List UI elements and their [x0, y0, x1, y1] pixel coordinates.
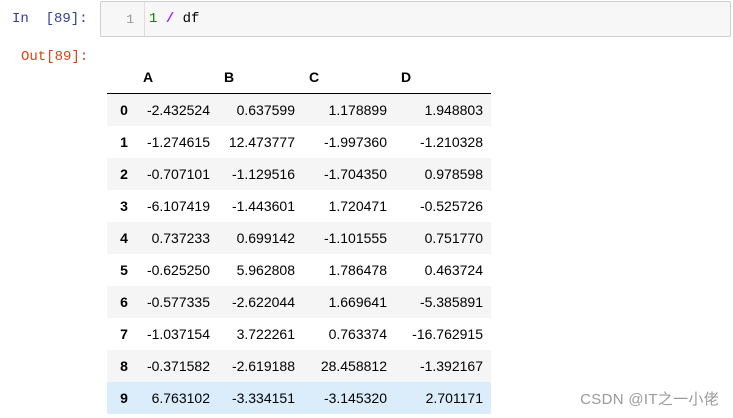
- row-index: 5: [120, 262, 128, 278]
- table-cell: 0.763374: [328, 326, 387, 342]
- table-row: 6 -0.577335 -2.622044 1.669641 -5.385891: [107, 286, 491, 318]
- column-header-d: D: [395, 61, 491, 94]
- code-operator-token: /: [165, 11, 175, 27]
- table-cell: -1.443601: [231, 198, 295, 214]
- table-cell: -2.622044: [231, 294, 295, 310]
- row-index: 3: [120, 198, 128, 214]
- table-cell: -1.274615: [146, 134, 210, 150]
- table-cell: -5.385891: [419, 294, 483, 310]
- column-header-a: A: [137, 61, 218, 94]
- table-cell: -1.392167: [419, 358, 483, 374]
- table-cell: 0.751770: [424, 230, 483, 246]
- table-cell: -2.432524: [146, 102, 210, 118]
- table-cell: 0.978598: [424, 166, 483, 182]
- table-cell: 0.737233: [151, 230, 210, 246]
- table-cell: -3.334151: [231, 390, 295, 406]
- table-cell: 1.948803: [424, 102, 483, 118]
- table-cell: -1.997360: [323, 134, 387, 150]
- table-cell: -1.129516: [231, 166, 295, 182]
- table-cell: 1.669641: [328, 294, 387, 310]
- table-cell: -1.210328: [419, 134, 483, 150]
- index-header: [107, 61, 137, 94]
- table-row: 0 -2.432524 0.637599 1.178899 1.948803: [107, 93, 491, 126]
- code-name-token: df: [182, 11, 200, 27]
- table-row: 5 -0.625250 5.962808 1.786478 0.463724: [107, 254, 491, 286]
- code-line[interactable]: 1 / df: [149, 11, 199, 27]
- table-row: 9 6.763102 -3.334151 -3.145320 2.701171: [107, 382, 491, 414]
- input-prompt: In [89]:: [12, 11, 88, 27]
- row-index: 4: [120, 230, 128, 246]
- table-cell: -0.371582: [146, 358, 210, 374]
- table-cell: -1.101555: [323, 230, 387, 246]
- table-row: 4 0.737233 0.699142 -1.101555 0.751770: [107, 222, 491, 254]
- row-index: 7: [120, 326, 128, 342]
- table-cell: -6.107419: [146, 198, 210, 214]
- line-number: 1: [126, 12, 134, 27]
- table-cell: 0.699142: [236, 230, 295, 246]
- table-cell: 0.463724: [424, 262, 483, 278]
- table-header-row: A B C D: [107, 61, 491, 94]
- table-row: 3 -6.107419 -1.443601 1.720471 -0.525726: [107, 190, 491, 222]
- code-number-token: 1: [149, 11, 158, 27]
- table-cell: -0.577335: [146, 294, 210, 310]
- table-cell: 1.786478: [328, 262, 387, 278]
- row-index: 6: [120, 294, 128, 310]
- table-cell: -2.619188: [231, 358, 295, 374]
- table-cell: 1.178899: [328, 102, 387, 118]
- table-cell: -0.707101: [146, 166, 210, 182]
- table-row: 7 -1.037154 3.722261 0.763374 -16.762915: [107, 318, 491, 350]
- table-cell: -0.525726: [419, 198, 483, 214]
- table-cell: -1.704350: [323, 166, 387, 182]
- table-cell: -16.762915: [412, 326, 483, 342]
- row-index: 2: [120, 166, 128, 182]
- row-index: 9: [120, 390, 128, 406]
- table-cell: 28.458812: [320, 358, 387, 374]
- output-prompt: Out[89]:: [21, 49, 89, 65]
- table-cell: 5.962808: [236, 262, 295, 278]
- table-cell: 1.720471: [328, 198, 387, 214]
- row-index: 1: [120, 134, 128, 150]
- table-cell: 12.473777: [228, 134, 295, 150]
- table-cell: 3.722261: [236, 326, 295, 342]
- column-header-b: B: [218, 61, 303, 94]
- table-cell: -1.037154: [146, 326, 210, 342]
- row-index: 0: [120, 102, 128, 118]
- dataframe-table: A B C D 0 -2.432524 0.637599 1.178899 1.9488…: [107, 61, 491, 414]
- table-cell: 2.701171: [425, 390, 483, 406]
- table-cell: 0.637599: [236, 102, 295, 118]
- column-header-c: C: [303, 61, 395, 94]
- table-row: 8 -0.371582 -2.619188 28.458812 -1.392167: [107, 350, 491, 382]
- table-row: 2 -0.707101 -1.129516 -1.704350 0.978598: [107, 158, 491, 190]
- table-cell: -0.625250: [146, 262, 210, 278]
- line-number-gutter: 1: [101, 2, 145, 36]
- row-index: 8: [120, 358, 128, 374]
- watermark: CSDN @IT之一小佬: [580, 391, 719, 408]
- code-input-cell[interactable]: 1 1 / df: [100, 1, 731, 37]
- table-cell: 6.763102: [151, 390, 210, 406]
- table-cell: -3.145320: [323, 390, 387, 406]
- table-row: 1 -1.274615 12.473777 -1.997360 -1.210328: [107, 126, 491, 158]
